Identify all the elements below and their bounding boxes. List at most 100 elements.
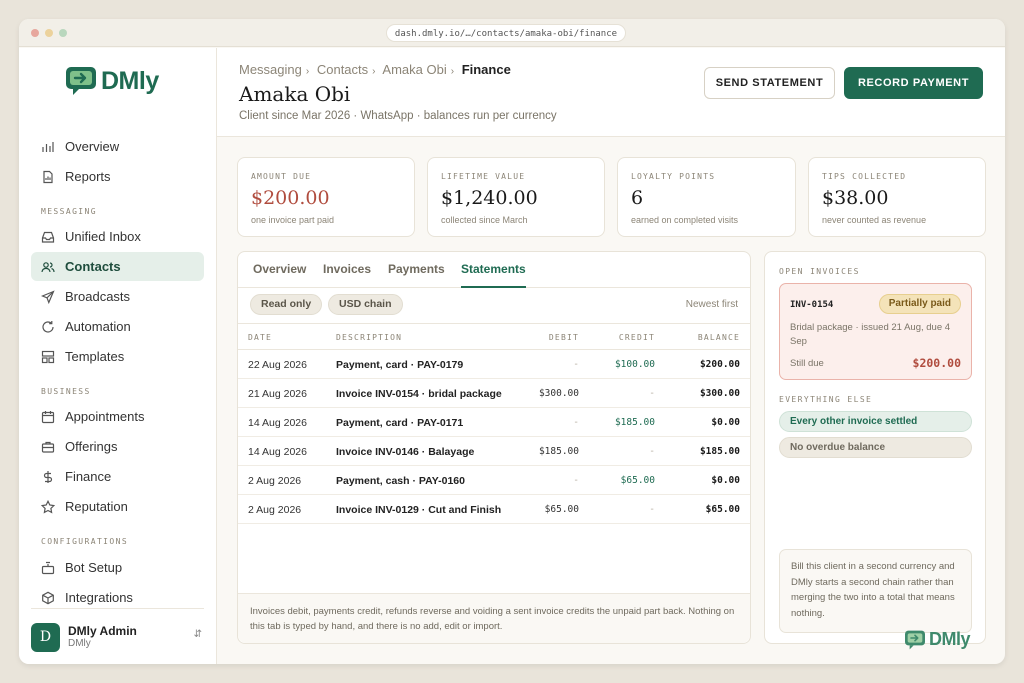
sidebar-item-bot-setup[interactable]: Bot Setup xyxy=(31,553,204,582)
cube-icon xyxy=(42,591,54,604)
sidebar-item-label: Templates xyxy=(65,349,125,364)
col-description: DESCRIPTION xyxy=(336,333,403,342)
table-row[interactable]: 2 Aug 2026 Invoice INV-0129 · Cut and Fi… xyxy=(238,495,750,524)
app-window: dash.dmly.io/…/contacts/amaka-obi/financ… xyxy=(19,19,1005,664)
sidebar-item-broadcasts[interactable]: Broadcasts xyxy=(31,282,204,311)
tab-statements[interactable]: Statements xyxy=(461,262,526,288)
cell-date: 22 Aug 2026 xyxy=(248,359,307,371)
cell-description: Payment, card · PAY-0179 xyxy=(336,359,464,371)
stat-note: earned on completed visits xyxy=(631,215,739,225)
cell-balance: $0.00 xyxy=(711,417,740,428)
url-bar[interactable]: dash.dmly.io/…/contacts/amaka-obi/financ… xyxy=(386,24,626,42)
read-only-chip: Read only xyxy=(250,294,323,315)
calendar-icon xyxy=(41,410,55,423)
sidebar-item-label: Reports xyxy=(65,169,111,184)
breadcrumb-contact[interactable]: Amaka Obi xyxy=(382,62,446,77)
open-invoice-card[interactable]: INV-0154 Partially paid Bridal package ·… xyxy=(779,283,972,380)
page-subtitle: Client since Mar 2026 · WhatsApp · balan… xyxy=(239,110,557,122)
stat-card-lifetime-value: LIFETIME VALUE $1,240.00 collected since… xyxy=(427,157,605,237)
everything-else-title: EVERYTHING ELSE xyxy=(779,395,873,404)
users-icon xyxy=(41,261,55,272)
stat-value: $200.00 xyxy=(251,187,330,209)
bot-icon xyxy=(41,561,55,574)
stat-label: AMOUNT DUE xyxy=(251,172,312,181)
nav-section-title: MESSAGING xyxy=(41,207,97,216)
minimize-dot[interactable] xyxy=(45,29,53,37)
table-row[interactable]: 22 Aug 2026 Payment, card · PAY-0179 - $… xyxy=(238,350,750,379)
cell-credit: - xyxy=(649,446,655,457)
sidebar-item-overview[interactable]: Overview xyxy=(31,132,204,161)
sidebar-item-finance[interactable]: Finance xyxy=(31,462,204,491)
sidebar-item-label: Broadcasts xyxy=(65,289,131,304)
cell-credit: $65.00 xyxy=(620,475,655,486)
cell-credit: - xyxy=(649,504,655,515)
stat-note: collected since March xyxy=(441,215,528,225)
stat-value: 6 xyxy=(631,187,644,209)
page-header: Messaging › Contacts › Amaka Obi › Finance … xyxy=(217,48,1005,137)
close-dot[interactable] xyxy=(31,29,39,37)
logo-icon xyxy=(66,67,96,95)
stat-label: LIFETIME VALUE xyxy=(441,172,526,181)
currency-chain-chip: USD chain xyxy=(328,294,403,315)
tab-overview[interactable]: Overview xyxy=(253,262,306,288)
stat-note: one invoice part paid xyxy=(251,215,335,225)
cell-balance: $65.00 xyxy=(705,504,740,515)
invoice-description: Bridal package · issued 21 Aug, due 4 Se… xyxy=(790,322,951,347)
sidebar-item-reputation[interactable]: Reputation xyxy=(31,492,204,521)
nav-section-title: CONFIGURATIONS xyxy=(41,537,129,546)
sidebar-item-label: Reputation xyxy=(65,499,128,514)
cell-description: Invoice INV-0146 · Balayage xyxy=(336,446,475,458)
table-row[interactable]: 14 Aug 2026 Invoice INV-0146 · Balayage … xyxy=(238,437,750,466)
open-invoices-panel: OPEN INVOICES INV-0154 Partially paid Br… xyxy=(764,251,986,644)
star-icon xyxy=(41,499,55,514)
maximize-dot[interactable] xyxy=(59,29,67,37)
sidebar-item-label: Bot Setup xyxy=(65,560,123,575)
stat-card-amount-due: AMOUNT DUE $200.00 one invoice part paid xyxy=(237,157,415,237)
bar-chart-icon xyxy=(42,141,54,152)
cell-balance: $0.00 xyxy=(711,475,740,486)
brand-name: DMly xyxy=(928,629,971,649)
window-controls xyxy=(31,29,67,37)
sort-order[interactable]: Newest first xyxy=(686,299,738,310)
send-statement-button[interactable]: SEND STATEMENT xyxy=(704,67,835,99)
cell-credit: - xyxy=(649,388,655,399)
cell-description: Payment, card · PAY-0171 xyxy=(336,417,464,429)
table-row[interactable]: 14 Aug 2026 Payment, card · PAY-0171 - $… xyxy=(238,408,750,437)
browser-titlebar: dash.dmly.io/…/contacts/amaka-obi/financ… xyxy=(19,19,1005,47)
template-icon xyxy=(41,350,55,363)
no-overdue-pill: No overdue balance xyxy=(779,437,972,458)
breadcrumb-contacts[interactable]: Contacts xyxy=(317,62,368,77)
user-name: DMly Admin xyxy=(68,624,137,638)
sidebar-item-appointments[interactable]: Appointments xyxy=(31,402,204,431)
open-invoices-title: OPEN INVOICES xyxy=(779,267,860,276)
table-row[interactable]: 21 Aug 2026 Invoice INV-0154 · bridal pa… xyxy=(238,379,750,408)
account-switcher[interactable]: D DMly Admin DMly ⇵ xyxy=(31,608,204,664)
sidebar-item-contacts[interactable]: Contacts xyxy=(31,252,204,281)
sidebar-item-label: Contacts xyxy=(65,259,121,274)
sidebar-item-label: Automation xyxy=(65,319,131,334)
cell-debit: $300.00 xyxy=(538,388,579,399)
sidebar-item-templates[interactable]: Templates xyxy=(31,342,204,371)
tab-invoices[interactable]: Invoices xyxy=(323,262,371,288)
report-icon xyxy=(43,170,53,183)
sidebar-item-unified-inbox[interactable]: Unified Inbox xyxy=(31,222,204,251)
cell-date: 14 Aug 2026 xyxy=(248,417,307,429)
page-title: Amaka Obi xyxy=(239,82,351,106)
sidebar-item-label: Unified Inbox xyxy=(65,229,141,244)
col-balance: BALANCE xyxy=(697,333,740,342)
breadcrumb-separator: › xyxy=(450,66,455,77)
brand-logo[interactable]: DMly xyxy=(65,66,159,96)
record-payment-button[interactable]: RECORD PAYMENT xyxy=(844,67,983,99)
cell-debit: $65.00 xyxy=(544,504,579,515)
breadcrumb-messaging[interactable]: Messaging xyxy=(239,62,302,77)
sidebar-item-reports[interactable]: Reports xyxy=(31,162,204,191)
breadcrumb-separator: › xyxy=(372,66,376,77)
sidebar-item-automation[interactable]: Automation xyxy=(31,312,204,341)
sidebar-item-label: Integrations xyxy=(65,590,133,605)
tab-payments[interactable]: Payments xyxy=(388,262,445,288)
sidebar-item-offerings[interactable]: Offerings xyxy=(31,432,204,461)
table-row[interactable]: 2 Aug 2026 Payment, cash · PAY-0160 - $6… xyxy=(238,466,750,495)
chevron-updown-icon: ⇵ xyxy=(193,629,202,640)
briefcase-icon xyxy=(41,441,55,453)
sidebar-item-label: Offerings xyxy=(65,439,118,454)
